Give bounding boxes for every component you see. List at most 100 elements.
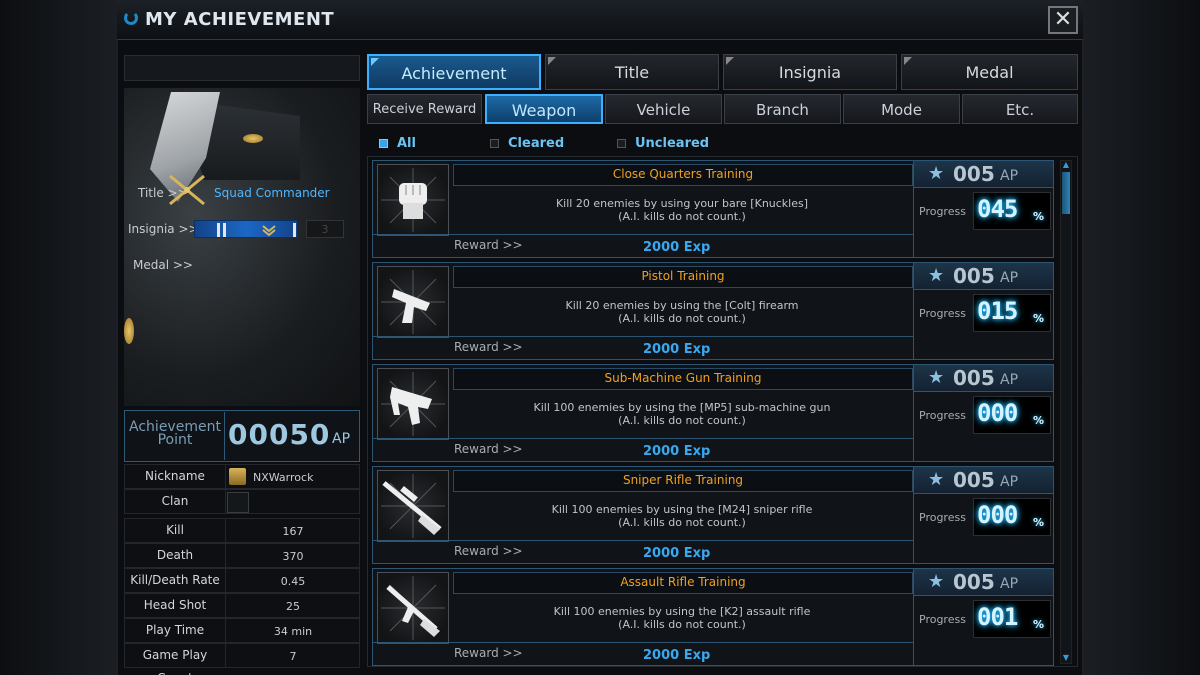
scrollbar-thumb[interactable] (1062, 172, 1070, 214)
progress-percent: % (1033, 414, 1045, 427)
filter-uncleared-checkbox[interactable] (617, 139, 626, 148)
stat-value: NXWarrock (253, 471, 314, 484)
background-left (0, 0, 117, 675)
achievement-name: Sniper Rifle Training (453, 470, 913, 492)
sniper-rifle-icon (377, 470, 449, 542)
fist-icon (377, 164, 449, 236)
insignia-ribbon-graphic (217, 223, 296, 237)
ap-value: 005 (953, 468, 995, 492)
stat-row-nickname: Nickname NXWarrock (124, 464, 360, 489)
subtab-vehicle[interactable]: Vehicle (605, 94, 722, 124)
progress-label: Progress (919, 307, 966, 320)
stat-value (227, 490, 359, 513)
filter-cleared-checkbox[interactable] (490, 139, 499, 148)
assault-rifle-icon (377, 572, 449, 644)
medal-label: Medal >> (133, 258, 193, 272)
filter-cleared-label[interactable]: Cleared (508, 136, 564, 151)
star-icon: ★ (928, 265, 945, 286)
scrollbar-track[interactable] (1060, 160, 1072, 664)
ap-unit: AP (1000, 270, 1019, 286)
title-value[interactable]: Squad Commander (214, 186, 330, 200)
stat-row-play-time: Play Time 34 min (124, 618, 360, 643)
insignia-label: Insignia >> (128, 222, 199, 236)
tab-label: Medal (965, 63, 1014, 82)
subtab-etc[interactable]: Etc. (962, 94, 1078, 124)
reward-row: Reward >> 2000 Exp (373, 540, 913, 564)
smg-icon (377, 368, 449, 440)
progress-value: 001 (977, 603, 1018, 631)
filter-all-checkbox[interactable] (379, 139, 388, 148)
achievement-description-line1: Kill 20 enemies by using the [Colt] fire… (565, 299, 799, 312)
reward-row: Reward >> 2000 Exp (373, 642, 913, 666)
tab-title[interactable]: Title (545, 54, 719, 90)
reward-label: Reward >> (454, 442, 523, 456)
achievement-description: Kill 100 enemies by using the [K2] assau… (453, 596, 911, 638)
tab-medal[interactable]: Medal (901, 54, 1078, 90)
subtab-receive-reward[interactable]: Receive Reward (367, 94, 482, 124)
ap-unit: AP (1000, 576, 1019, 592)
tab-corner-mark (904, 57, 912, 65)
subtab-mode[interactable]: Mode (843, 94, 960, 124)
ap-value: 005 (953, 162, 995, 186)
stat-key: Kill/Death Rate (125, 569, 226, 592)
tab-insignia[interactable]: Insignia (723, 54, 897, 90)
reward-label: Reward >> (454, 544, 523, 558)
achievement-card[interactable]: Sub-Machine Gun Training Kill 100 enemie… (372, 364, 1054, 462)
ap-unit: AP (1000, 372, 1019, 388)
achievement-card[interactable]: Assault Rifle Training Kill 100 enemies … (372, 568, 1054, 666)
star-icon: ★ (928, 367, 945, 388)
tab-achievement[interactable]: Achievement (367, 54, 541, 90)
achievement-description: Kill 100 enemies by using the [MP5] sub-… (453, 392, 911, 434)
achievement-card[interactable]: Close Quarters Training Kill 20 enemies … (372, 160, 1054, 258)
achievement-description-line2: (A.I. kills do not count.) (618, 210, 746, 223)
achievement-description-line2: (A.I. kills do not count.) (618, 414, 746, 427)
filter-uncleared-label[interactable]: Uncleared (635, 136, 709, 151)
achievement-point-divider (224, 412, 225, 460)
fist-graphic (381, 168, 445, 232)
achievement-card[interactable]: Pistol Training Kill 20 enemies by using… (372, 262, 1054, 360)
achievement-point-label: Achievement Point (126, 420, 224, 448)
achievement-description-line1: Kill 100 enemies by using the [K2] assau… (553, 605, 811, 618)
stat-row-death: Death 370 (124, 543, 360, 568)
background-right (1083, 0, 1200, 675)
ap-value: 005 (953, 264, 995, 288)
achievement-card[interactable]: Sniper Rifle Training Kill 100 enemies b… (372, 466, 1054, 564)
progress-percent: % (1033, 312, 1045, 325)
stat-value: 370 (282, 550, 304, 563)
stat-key: Death (125, 544, 226, 567)
stat-key: Play Time (125, 619, 226, 642)
reward-row: Reward >> 2000 Exp (373, 438, 913, 462)
achievement-point-label-line2: Point (157, 432, 193, 448)
reward-row: Reward >> 2000 Exp (373, 234, 913, 258)
subtab-weapon[interactable]: Weapon (485, 94, 603, 124)
progress-value: 000 (977, 399, 1018, 427)
reward-value: 2000 Exp (643, 648, 711, 663)
tab-corner-mark (371, 58, 379, 66)
progress-label: Progress (919, 613, 966, 626)
stat-value: 7 (289, 650, 297, 663)
scroll-down-icon[interactable]: ▼ (1061, 653, 1071, 663)
star-icon: ★ (928, 571, 945, 592)
stat-key: Kill (125, 519, 226, 542)
stat-row-head-shot: Head Shot 25 (124, 593, 360, 618)
rank-badge-icon (229, 468, 246, 485)
achievement-description: Kill 20 enemies by using the [Colt] fire… (453, 290, 911, 332)
progress-label: Progress (919, 205, 966, 218)
achievement-description-line1: Kill 100 enemies by using the [MP5] sub-… (533, 401, 831, 414)
tab-corner-mark (726, 57, 734, 65)
subtab-branch[interactable]: Branch (724, 94, 841, 124)
stat-key: Head Shot (125, 594, 226, 617)
insignia-count-box: 3 (306, 220, 344, 238)
stat-key: Clan (125, 490, 226, 513)
ap-unit: AP (1000, 474, 1019, 490)
close-button[interactable]: ✕ (1048, 6, 1078, 34)
reward-row: Reward >> 2000 Exp (373, 336, 913, 360)
achievement-description-line2: (A.I. kills do not count.) (618, 312, 746, 325)
scroll-up-icon[interactable]: ▲ (1061, 160, 1071, 170)
reward-label: Reward >> (454, 340, 523, 354)
achievement-point-unit: AP (332, 431, 351, 447)
filter-all-label[interactable]: All (397, 136, 416, 151)
tab-label: Insignia (778, 63, 842, 82)
progress-value: 000 (977, 501, 1018, 529)
insignia-ribbon[interactable] (194, 220, 298, 238)
